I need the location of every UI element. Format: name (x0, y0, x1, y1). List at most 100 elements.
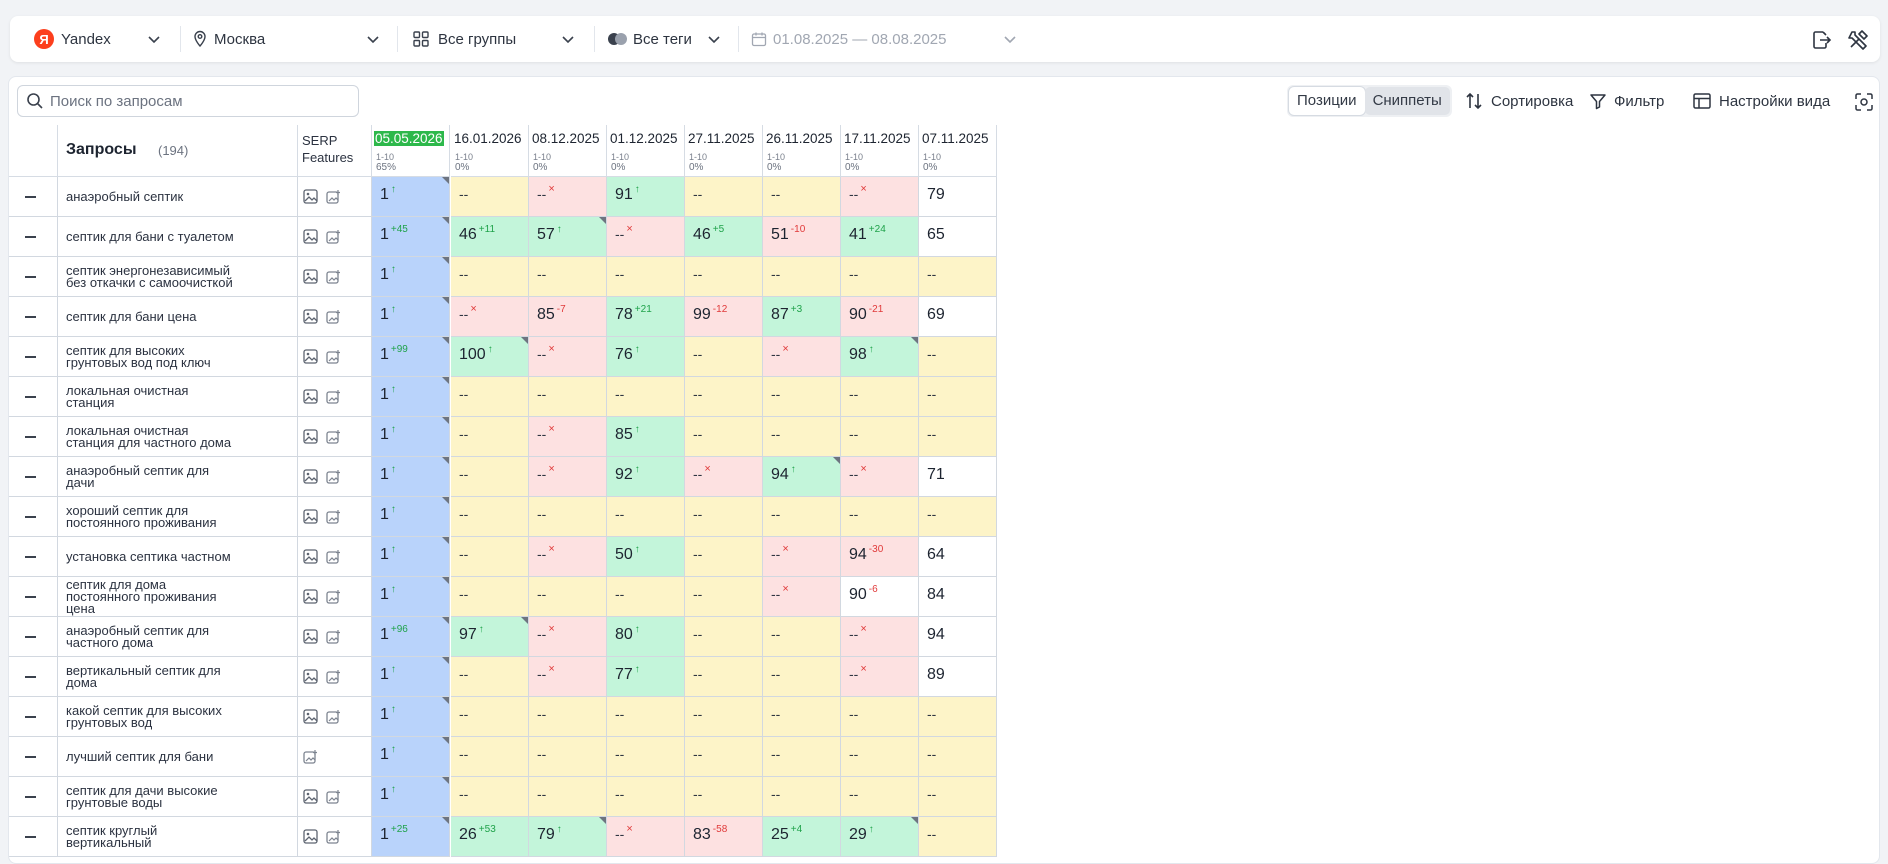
position-cell[interactable]: -- (607, 377, 685, 417)
image-feature-icon[interactable] (303, 669, 318, 684)
position-cell[interactable]: -- (763, 497, 841, 537)
position-cell[interactable]: -- (685, 337, 763, 377)
position-cell[interactable]: -- (763, 617, 841, 657)
row-collapse-cell[interactable] (9, 697, 58, 737)
tools-icon[interactable] (1848, 28, 1870, 50)
position-cell[interactable]: -- × (529, 177, 607, 217)
position-cell[interactable]: 26 +53 (451, 817, 529, 857)
query-cell[interactable]: установка септика частном (58, 537, 298, 577)
position-cell[interactable]: -- (763, 417, 841, 457)
image-feature-icon[interactable] (303, 509, 318, 524)
position-cell[interactable]: 78 +21 (607, 297, 685, 337)
query-cell[interactable]: локальная очистная станция (58, 377, 298, 417)
position-cell[interactable]: 91 ↑ (607, 177, 685, 217)
position-cell[interactable]: 94 -30 (841, 537, 919, 577)
position-cell[interactable]: 98 ↑ (841, 337, 919, 377)
image-upload-feature-icon[interactable] (326, 309, 341, 324)
position-cell[interactable]: -- (763, 737, 841, 777)
position-cell[interactable]: 50 ↑ (607, 537, 685, 577)
position-cell[interactable]: 99 -12 (685, 297, 763, 337)
sort-button[interactable]: Сортировка (1464, 85, 1573, 117)
position-cell[interactable]: -- (763, 177, 841, 217)
position-cell[interactable]: -- (451, 417, 529, 457)
position-cell[interactable]: -- (529, 377, 607, 417)
position-cell[interactable]: 46 +11 (451, 217, 529, 257)
row-collapse-cell[interactable] (9, 337, 58, 377)
position-cell[interactable]: 85 ↑ (607, 417, 685, 457)
position-cell[interactable]: -- (841, 257, 919, 297)
position-cell[interactable]: -- (685, 497, 763, 537)
query-cell[interactable]: вертикальный септик для дома (58, 657, 298, 697)
image-feature-icon[interactable] (303, 349, 318, 364)
row-collapse-cell[interactable] (9, 617, 58, 657)
position-cell[interactable]: -- (451, 657, 529, 697)
position-cell[interactable]: 1 ↑ (372, 377, 450, 417)
query-cell[interactable]: септик энергонезависимый без откачки с са… (58, 257, 298, 297)
position-cell[interactable]: 1 +45 (372, 217, 450, 257)
image-upload-feature-icon[interactable] (326, 589, 341, 604)
position-cell[interactable]: -- (919, 337, 997, 377)
position-cell[interactable]: -- (607, 497, 685, 537)
query-cell[interactable]: лучший септик для бани (58, 737, 298, 777)
chevron-down-icon[interactable] (146, 31, 162, 47)
position-cell[interactable]: 87 +3 (763, 297, 841, 337)
query-cell[interactable]: септик для дачи высокие грунтовые воды (58, 777, 298, 817)
position-cell[interactable]: 57 ↑ (529, 217, 607, 257)
position-cell[interactable]: -- (841, 777, 919, 817)
position-cell[interactable]: -- (607, 777, 685, 817)
region-select[interactable]: Москва (192, 16, 265, 62)
position-cell[interactable]: -- (919, 737, 997, 777)
position-cell[interactable]: 1 +99 (372, 337, 450, 377)
view-settings-button[interactable]: Настройки вида (1692, 85, 1830, 117)
position-cell[interactable]: -- (529, 737, 607, 777)
position-cell[interactable]: -- (529, 697, 607, 737)
row-collapse-cell[interactable] (9, 417, 58, 457)
row-collapse-cell[interactable] (9, 537, 58, 577)
row-collapse-cell[interactable] (9, 737, 58, 777)
position-cell[interactable]: -- (451, 577, 529, 617)
row-collapse-cell[interactable] (9, 497, 58, 537)
position-cell[interactable]: 1 ↑ (372, 297, 450, 337)
image-upload-feature-icon[interactable] (326, 549, 341, 564)
position-cell[interactable]: 1 +25 (372, 817, 450, 857)
row-collapse-cell[interactable] (9, 657, 58, 697)
image-upload-feature-icon[interactable] (326, 429, 341, 444)
image-upload-feature-icon[interactable] (326, 829, 341, 844)
position-cell[interactable]: -- × (451, 297, 529, 337)
position-cell[interactable]: 1 ↑ (372, 417, 450, 457)
position-cell[interactable]: 100 ↑ (451, 337, 529, 377)
position-cell[interactable]: -- (919, 377, 997, 417)
position-cell[interactable]: -- (685, 257, 763, 297)
image-feature-icon[interactable] (303, 829, 318, 844)
image-upload-feature-icon[interactable] (326, 709, 341, 724)
position-cell[interactable]: 90 -6 (841, 577, 919, 617)
position-cell[interactable]: 25 +4 (763, 817, 841, 857)
position-cell[interactable]: 79 (919, 177, 997, 217)
image-upload-feature-icon[interactable] (326, 629, 341, 644)
position-cell[interactable]: 1 ↑ (372, 177, 450, 217)
position-cell[interactable]: -- (451, 697, 529, 737)
image-feature-icon[interactable] (303, 589, 318, 604)
image-feature-icon[interactable] (303, 629, 318, 644)
position-cell[interactable]: -- × (529, 537, 607, 577)
position-cell[interactable]: -- (919, 497, 997, 537)
date-column-header[interactable]: 08.12.2025 1-10 0% (529, 125, 607, 177)
image-feature-icon[interactable] (303, 469, 318, 484)
image-upload-feature-icon[interactable] (303, 749, 318, 764)
position-cell[interactable]: 94 (919, 617, 997, 657)
position-cell[interactable]: 1 ↑ (372, 777, 450, 817)
image-feature-icon[interactable] (303, 709, 318, 724)
position-cell[interactable]: -- × (529, 457, 607, 497)
image-feature-icon[interactable] (303, 789, 318, 804)
position-cell[interactable]: 1 ↑ (372, 257, 450, 297)
position-cell[interactable]: -- × (607, 217, 685, 257)
row-collapse-cell[interactable] (9, 457, 58, 497)
position-cell[interactable]: 29 ↑ (841, 817, 919, 857)
position-cell[interactable]: -- (685, 777, 763, 817)
position-cell[interactable]: -- (841, 417, 919, 457)
position-cell[interactable]: 69 (919, 297, 997, 337)
position-cell[interactable]: 1 ↑ (372, 537, 450, 577)
image-upload-feature-icon[interactable] (326, 669, 341, 684)
image-feature-icon[interactable] (303, 429, 318, 444)
position-cell[interactable]: -- (607, 737, 685, 777)
